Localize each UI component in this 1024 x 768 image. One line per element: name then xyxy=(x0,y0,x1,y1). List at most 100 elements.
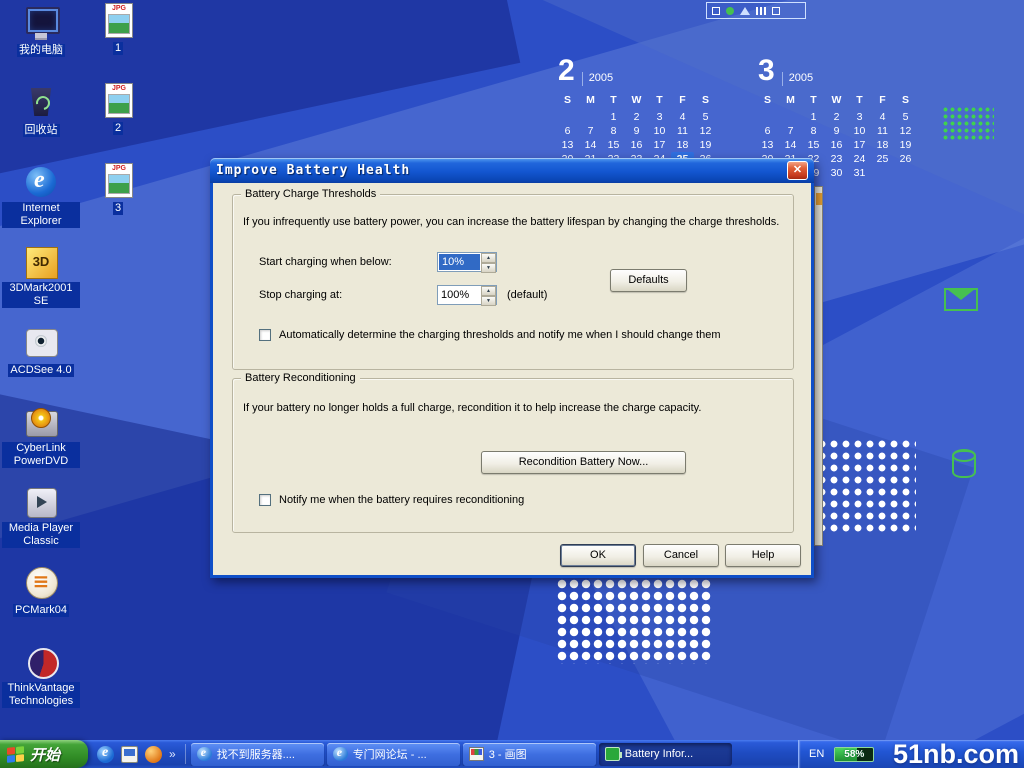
desktop-icon-label: 3DMark2001 SE xyxy=(2,282,80,308)
desktop-icon-jpg-file[interactable]: 3 xyxy=(88,162,148,242)
pointer-icon xyxy=(740,7,750,15)
start-threshold-spinner[interactable]: 10% ▲ ▼ xyxy=(437,252,497,272)
acdsee-icon xyxy=(24,324,58,360)
dialog-title: Improve Battery Health xyxy=(216,163,410,178)
database-cylinder-icon xyxy=(952,450,976,478)
spin-down-button[interactable]: ▼ xyxy=(481,296,496,306)
notify-recondition-checkbox[interactable] xyxy=(259,494,271,506)
calendar-day-cell: 1 xyxy=(802,110,825,124)
recondition-battery-button[interactable]: Recondition Battery Now... xyxy=(481,451,686,474)
stop-charging-label: Stop charging at: xyxy=(259,289,342,302)
calendar-day-cell: 5 xyxy=(694,110,717,124)
spin-up-button[interactable]: ▲ xyxy=(481,286,496,296)
cancel-button[interactable]: Cancel xyxy=(643,544,719,567)
calendar-dow-cell: S xyxy=(894,93,917,110)
status-dot-icon xyxy=(726,7,734,15)
quicklaunch-ie-icon[interactable] xyxy=(97,746,114,763)
auto-determine-checkbox-row[interactable]: Automatically determine the charging thr… xyxy=(259,329,759,342)
auto-determine-checkbox[interactable] xyxy=(259,329,271,341)
calendar-day-cell: 14 xyxy=(779,138,802,152)
calendar-dow-cell: F xyxy=(671,93,694,110)
desktop-icon-media-player-classic[interactable]: Media Player Classic xyxy=(2,484,80,564)
taskbar-task-label: 找不到服务器.... xyxy=(217,746,295,762)
taskbar-task-2[interactable]: 专门网论坛 - ... xyxy=(327,743,460,766)
taskbar: 开始 » 找不到服务器.... 专门网论坛 - ... 3 - 画图 Battery … xyxy=(0,740,1024,768)
calendar-month: 3 xyxy=(758,56,775,86)
powerdvd-icon xyxy=(24,404,58,440)
calendar-day-cell: 9 xyxy=(825,124,848,138)
desktop-icon-label: Internet Explorer xyxy=(2,202,80,228)
calendar-day-cell: 15 xyxy=(802,138,825,152)
desktop-icon-acdsee[interactable]: ACDSee 4.0 xyxy=(2,324,80,404)
calendar-day-cell: 5 xyxy=(894,110,917,124)
jpg-file-column: 123 xyxy=(88,2,148,242)
reconditioning-description: If your battery no longer holds a full c… xyxy=(243,402,783,415)
taskbar-task-label: Battery Infor... xyxy=(625,748,693,760)
desktop-icon-label: ThinkVantage Technologies xyxy=(2,682,80,708)
taskbar-task-3[interactable]: 3 - 画图 xyxy=(463,743,596,766)
close-button[interactable]: ✕ xyxy=(787,161,808,180)
quicklaunch-media-player-icon[interactable] xyxy=(145,746,162,763)
quicklaunch-overflow-chevron[interactable]: » xyxy=(169,747,176,761)
calendar-month: 2 xyxy=(558,56,575,86)
keyboard-icon xyxy=(756,7,766,15)
calendar-day-cell: 1 xyxy=(602,110,625,124)
desktop-icon-3dmark[interactable]: 3DMark2001 SE xyxy=(2,244,80,324)
ie-page-icon xyxy=(197,747,212,761)
calendar-dow-cell: T xyxy=(848,93,871,110)
desktop-icon-jpg-file[interactable]: 2 xyxy=(88,82,148,162)
desktop-icon-internet-explorer[interactable]: Internet Explorer xyxy=(2,164,80,244)
taskbar-task-4[interactable]: Battery Infor... xyxy=(599,743,732,766)
calendar-day-cell: 23 xyxy=(825,152,848,166)
desktop-icon-jpg-file[interactable]: 1 xyxy=(88,2,148,82)
taskbar-task-label: 专门网论坛 - ... xyxy=(353,746,427,762)
start-threshold-value[interactable]: 10% xyxy=(439,254,480,270)
help-button[interactable]: Help xyxy=(725,544,801,567)
desktop-icon-recycle-bin[interactable]: 回收站 xyxy=(2,84,80,164)
ok-button[interactable]: OK xyxy=(560,544,636,567)
stop-threshold-value[interactable]: 100% xyxy=(438,286,481,304)
calendar-dow-cell: M xyxy=(779,93,802,110)
dialog-titlebar[interactable]: Improve Battery Health ✕ xyxy=(210,158,814,183)
calendar-day-cell: 4 xyxy=(871,110,894,124)
battery-percent: 58% xyxy=(835,748,873,761)
internet-explorer-icon xyxy=(24,164,58,200)
my-computer-icon xyxy=(24,4,58,40)
notify-recondition-checkbox-row[interactable]: Notify me when the battery requires reco… xyxy=(259,494,719,507)
defaults-button[interactable]: Defaults xyxy=(610,269,687,292)
desktop-icon-pcmark[interactable]: PCMark04 xyxy=(2,564,80,644)
jpg-file-icon xyxy=(101,2,135,38)
calendar-day-cell: 4 xyxy=(671,110,694,124)
start-button-label: 开始 xyxy=(30,744,60,765)
calendar-day-cell: 18 xyxy=(871,138,894,152)
calendar-dow-cell: T xyxy=(602,93,625,110)
calendar-day-cell: 2 xyxy=(825,110,848,124)
media-player-classic-icon xyxy=(24,484,58,520)
calendar-day-cell: 12 xyxy=(894,124,917,138)
desktop-icon-my-computer[interactable]: 我的电脑 xyxy=(2,4,80,84)
calendar-day-cell: 6 xyxy=(756,124,779,138)
language-indicator[interactable]: EN xyxy=(809,748,824,760)
watermark: 51nb.com xyxy=(893,740,1019,768)
calendar-year: 2005 xyxy=(782,72,813,86)
desktop-icon-thinkvantage[interactable]: ThinkVantage Technologies xyxy=(2,644,80,724)
battery-indicator[interactable]: 58% xyxy=(834,747,874,762)
auto-determine-label: Automatically determine the charging thr… xyxy=(279,329,720,342)
calendar-day-cell: 3 xyxy=(848,110,871,124)
quick-launch-bar: » xyxy=(88,746,185,763)
background-window-edge xyxy=(814,186,823,546)
calendar-day-cell: 30 xyxy=(825,166,848,180)
quicklaunch-show-desktop-icon[interactable] xyxy=(121,746,138,763)
calendar-day-cell: 24 xyxy=(848,152,871,166)
thresholds-description: If you infrequently use battery power, y… xyxy=(243,216,783,229)
taskbar-task-1[interactable]: 找不到服务器.... xyxy=(191,743,324,766)
desktop-icon-powerdvd[interactable]: CyberLink PowerDVD xyxy=(2,404,80,484)
stop-threshold-spinner[interactable]: 100% ▲ ▼ xyxy=(437,285,497,305)
calendar-header: 3 2005 xyxy=(756,52,924,86)
calendar-day-cell: 13 xyxy=(556,138,579,152)
start-button[interactable]: 开始 xyxy=(0,740,88,768)
calendar-day-cell: 16 xyxy=(625,138,648,152)
calendar-dow-cell: T xyxy=(648,93,671,110)
spin-up-button[interactable]: ▲ xyxy=(481,253,496,263)
spin-down-button[interactable]: ▼ xyxy=(481,263,496,273)
